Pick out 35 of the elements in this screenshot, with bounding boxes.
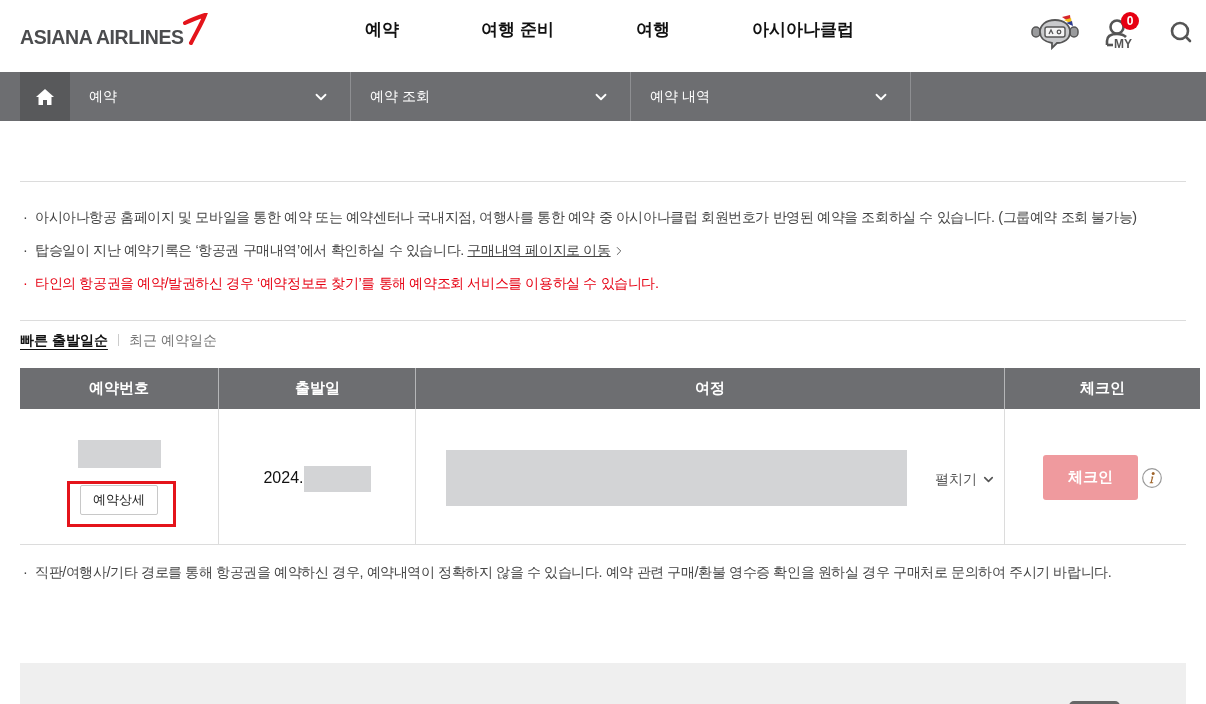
- breadcrumb-menu-label[interactable]: 예약 내역: [650, 86, 710, 107]
- notice-text: 아시아나항공 홈페이지 및 모바일을 통한 예약 또는 예약센터나 국내지점, 여행사를 통한 예약 중 아시아나클럽 회원번호가 반영된 예약을 조회하실 수 있습니다. (그룹예약 조회 불가능): [35, 208, 1137, 227]
- home-button[interactable]: [20, 72, 70, 121]
- table-header-cell: 여정: [415, 368, 1004, 409]
- breadcrumb-menu-label[interactable]: 예약 조회: [370, 86, 430, 107]
- purchase-history-link[interactable]: 구매내역 페이지로 이동: [467, 242, 611, 258]
- table-header-cell: 예약번호: [20, 368, 218, 409]
- info-icon[interactable]: [1142, 467, 1162, 488]
- main-nav-item[interactable]: 여행 준비: [481, 17, 554, 43]
- notification-count-badge: 0: [1121, 12, 1139, 30]
- home-icon: [36, 88, 54, 105]
- my-page-button[interactable]: MY 0: [1105, 11, 1141, 53]
- footnote-text: 직판/여행사/기타 경로를 통해 항공권을 예약하신 경우, 예약내역이 정확하지 않을 수 있습니다. 예약 관련 구매/환불 영수증 확인을 원하실 경우 구매처로 문의하여 주시기 바랍니다.: [35, 563, 1112, 582]
- bullet-mark: ·: [22, 241, 29, 260]
- my-label: MY: [1114, 38, 1132, 51]
- notice-text: 탑승일이 지난 예약기록은 ‘항공권 구매내역’에서 확인하실 수 있습니다. 구매내역 페이지로 이동: [35, 241, 611, 260]
- table-header-cell: 체크인: [1004, 368, 1200, 409]
- bullet-mark: ·: [22, 208, 29, 227]
- departure-date-text: 2024.: [263, 468, 304, 488]
- bullet-mark: ·: [22, 563, 29, 582]
- bullet-mark: ·: [22, 274, 29, 293]
- reservation-detail-button[interactable]: 예약상세: [80, 485, 158, 515]
- breadcrumb-menu-label[interactable]: 예약: [89, 86, 117, 107]
- expand-button[interactable]: 펼치기: [935, 468, 996, 490]
- table-header-cell: 출발일: [218, 368, 415, 409]
- notice-text: 타인의 항공권을 예약/발권하신 경우 ‘예약정보로 찾기’를 통해 예약조회 서비스를 이용하실 수 있습니다.: [35, 274, 659, 293]
- main-nav-item[interactable]: 아시아나클럽: [751, 17, 854, 43]
- search-icon[interactable]: [1169, 20, 1193, 44]
- chatbot-robot-icon[interactable]: [1031, 14, 1079, 50]
- sort-tab[interactable]: 최근 예약일순: [128, 330, 217, 350]
- airline-logo-text[interactable]: ASIANA AIRLINES: [20, 26, 184, 48]
- redaction-block: [303, 466, 371, 492]
- main-nav-item[interactable]: 예약: [365, 17, 399, 43]
- main-nav-item[interactable]: 여행: [635, 17, 670, 43]
- sort-tab[interactable]: 빠른 출발일순: [20, 330, 108, 350]
